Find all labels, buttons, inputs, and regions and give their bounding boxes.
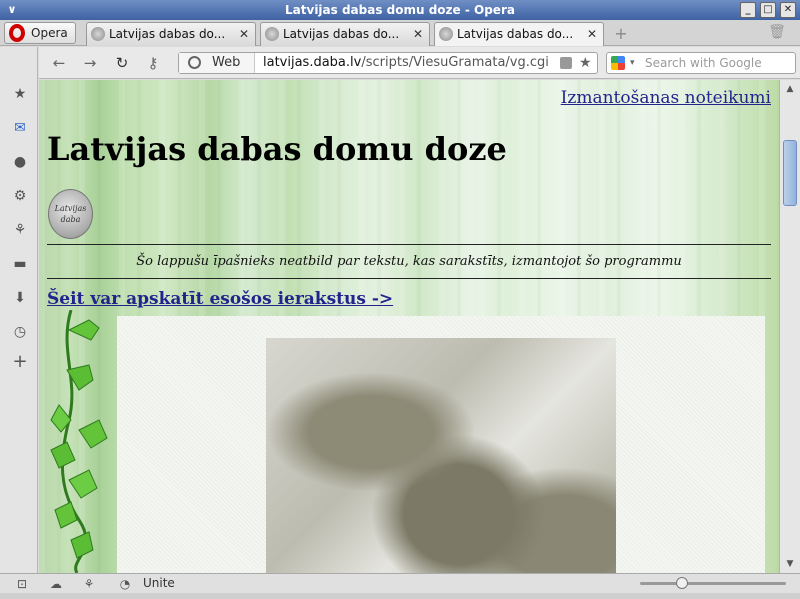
unite-label[interactable]: Unite <box>143 574 175 592</box>
divider-bottom <box>47 278 771 279</box>
bookmarks-icon[interactable]: ★ <box>11 85 29 103</box>
add-panel-icon[interactable]: + <box>11 353 29 371</box>
window-titlebar: ∨ Latvijas dabas domu doze - Opera _ □ ✕ <box>0 0 800 20</box>
feed-icon[interactable] <box>560 57 572 69</box>
url-path: /scripts/ViesuGramata/vg.cgi <box>361 55 549 70</box>
opera-logo-icon <box>9 24 25 42</box>
search-input[interactable] <box>645 54 793 72</box>
side-panel: ★ ✉ ● ⚙ ⚘ ▬ ⬇ ◷ + <box>0 47 38 573</box>
scroll-down-icon[interactable]: ▼ <box>783 557 797 571</box>
settings-icon[interactable]: ⚙ <box>11 187 29 205</box>
mail-icon[interactable]: ✉ <box>11 119 29 137</box>
bookmark-star-icon[interactable]: ★ <box>579 53 592 73</box>
disclaimer-text: Šo lappušu īpašnieks neatbild par tekstu… <box>136 254 682 269</box>
tab-1[interactable]: Latvijas dabas do... ✕ <box>86 22 256 46</box>
tab-2[interactable]: Latvijas dabas do... ✕ <box>260 22 430 46</box>
contacts-icon[interactable]: ● <box>11 153 29 171</box>
url-host: latvijas.daba.lv <box>263 55 362 70</box>
vertical-scrollbar[interactable]: ▲ ▼ <box>779 80 800 573</box>
zoom-slider[interactable] <box>640 577 786 589</box>
google-search-icon[interactable] <box>611 56 625 70</box>
maximize-button[interactable]: □ <box>760 2 776 18</box>
navigation-toolbar: ← → ↻ ⚷ Web latvijas.daba.lv/scripts/Vie… <box>39 47 800 79</box>
ivy-vine-decoration <box>50 310 108 573</box>
new-tab-icon[interactable]: + <box>612 25 630 43</box>
tab-close-icon[interactable]: ✕ <box>587 23 597 45</box>
site-info-badge[interactable]: Web <box>179 53 255 73</box>
page-title: Latvijas dabas domu doze <box>47 130 507 168</box>
site-favicon-icon <box>439 27 453 41</box>
site-favicon-icon <box>91 27 105 41</box>
tab-bar: Opera Latvijas dabas do... ✕ Latvijas da… <box>0 20 800 46</box>
opera-window: ∨ Latvijas dabas domu doze - Opera _ □ ✕… <box>0 0 800 599</box>
tab-close-icon[interactable]: ✕ <box>239 23 249 45</box>
scroll-thumb[interactable] <box>783 140 797 206</box>
close-window-button[interactable]: ✕ <box>780 2 796 18</box>
fossil-photo <box>266 338 616 573</box>
unite-icon[interactable]: ⚘ <box>11 221 29 239</box>
globe-icon <box>188 56 201 69</box>
tab-3-active[interactable]: Latvijas dabas do... ✕ <box>434 22 604 46</box>
page-content: Izmantošanas noteikumi Latvijas dabas do… <box>39 80 779 573</box>
site-favicon-icon <box>265 27 279 41</box>
tab-label: Latvijas dabas do... <box>283 27 400 41</box>
window-controls: _ □ ✕ <box>740 2 796 18</box>
opera-link-cloud-icon[interactable]: ☁ <box>48 575 64 591</box>
search-engine-dropdown-icon[interactable]: ▾ <box>630 53 635 73</box>
downloads-icon[interactable]: ⬇ <box>11 289 29 307</box>
tab-label: Latvijas dabas do... <box>109 27 226 41</box>
scroll-up-icon[interactable]: ▲ <box>783 82 797 96</box>
opera-menu-button[interactable]: Opera <box>4 22 76 44</box>
turbo-icon[interactable]: ◔ <box>117 575 133 591</box>
logo-text: Latvijas daba <box>54 204 87 224</box>
forward-icon[interactable]: → <box>81 54 99 72</box>
history-icon[interactable]: ◷ <box>11 323 29 341</box>
window-menu-icon[interactable]: ∨ <box>4 2 20 18</box>
unite-status-icon[interactable]: ⚘ <box>81 575 97 591</box>
zoom-slider-knob[interactable] <box>676 577 688 589</box>
tab-close-icon[interactable]: ✕ <box>413 23 423 45</box>
address-bar[interactable]: Web latvijas.daba.lv/scripts/ViesuGramat… <box>178 52 598 74</box>
window-bottom-edge <box>0 593 800 599</box>
tab-label: Latvijas dabas do... <box>457 27 574 41</box>
opera-menu-label: Opera <box>31 26 68 40</box>
view-entries-link[interactable]: Šeit var apskatīt esošos ierakstus -> <box>47 289 393 309</box>
divider-top <box>47 244 771 245</box>
panel-toggle-icon[interactable]: ⊡ <box>14 575 30 591</box>
image-frame <box>117 316 765 573</box>
latvijas-daba-logo[interactable]: Latvijas daba <box>48 189 93 239</box>
url-text[interactable]: latvijas.daba.lv/scripts/ViesuGramata/vg… <box>263 53 549 73</box>
site-info-label: Web <box>212 55 241 70</box>
reload-icon[interactable]: ↻ <box>113 54 131 72</box>
trash-icon[interactable]: 🗑 <box>768 24 786 42</box>
search-box[interactable]: ▾ <box>606 52 796 74</box>
back-icon[interactable]: ← <box>50 54 68 72</box>
wand-key-icon[interactable]: ⚷ <box>144 54 162 72</box>
terms-of-use-link[interactable]: Izmantošanas noteikumi <box>561 88 771 108</box>
minimize-button[interactable]: _ <box>740 2 756 18</box>
window-title: Latvijas dabas domu doze - Opera <box>285 3 515 17</box>
status-bar: ⊡ ☁ ⚘ ◔ Unite <box>0 573 800 593</box>
notes-icon[interactable]: ▬ <box>11 255 29 273</box>
